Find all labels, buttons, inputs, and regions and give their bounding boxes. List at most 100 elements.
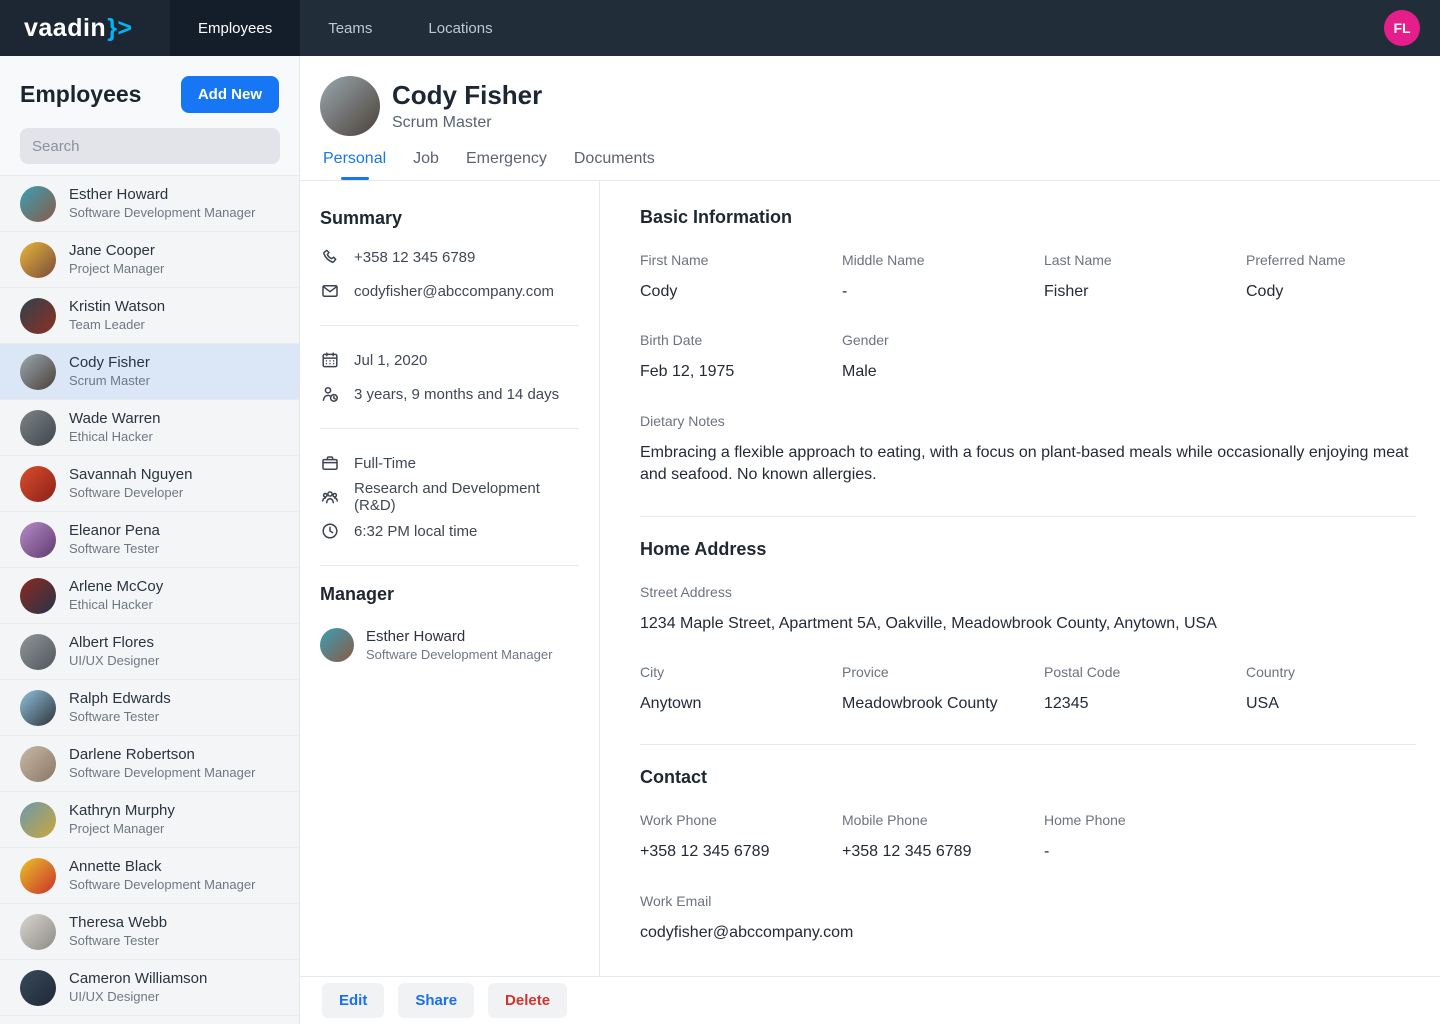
employee-row-kathryn-murphy[interactable]: Kathryn MurphyProject Manager — [0, 792, 299, 848]
tab-personal[interactable]: Personal — [323, 150, 386, 180]
field-label: First Name — [640, 252, 842, 268]
employee-row-esther-howard[interactable]: Esther HowardSoftware Development Manage… — [0, 176, 299, 232]
avatar — [20, 522, 56, 558]
field-value: - — [1044, 841, 1246, 863]
field-street-address: Street Address1234 Maple Street, Apartme… — [640, 584, 1416, 635]
add-new-button[interactable]: Add New — [181, 76, 279, 113]
avatar — [20, 970, 56, 1006]
tab-job[interactable]: Job — [413, 150, 439, 180]
employee-name: Annette Black — [69, 858, 255, 877]
employee-name: Albert Flores — [69, 634, 159, 653]
manager-role: Software Development Manager — [366, 647, 552, 664]
summary-group: +358 12 345 6789 codyfisher@abccompany.co… — [320, 229, 579, 319]
field-gender: GenderMale — [842, 332, 1044, 383]
employee-row-jane-cooper[interactable]: Jane CooperProject Manager — [0, 232, 299, 288]
employee-row-albert-flores[interactable]: Albert FloresUI/UX Designer — [0, 624, 299, 680]
search-input[interactable] — [20, 128, 280, 164]
summary-item: Jul 1, 2020 — [320, 343, 579, 377]
field-dietary-notes: Dietary Notes Embracing a flexible approa… — [640, 413, 1416, 487]
nav-item-locations[interactable]: Locations — [400, 0, 520, 56]
delete-button[interactable]: Delete — [488, 983, 567, 1018]
profile-header: Cody Fisher Scrum Master — [300, 56, 1440, 136]
details-column: Basic InformationFirst NameCodyMiddle Na… — [600, 181, 1440, 1024]
field-last-name: Last NameFisher — [1044, 252, 1246, 303]
field-value: 12345 — [1044, 693, 1246, 715]
field-value: Feb 12, 1975 — [640, 361, 842, 383]
employee-role: Ethical Hacker — [69, 597, 163, 613]
employee-sidebar: Employees Add New Esther HowardSoftware … — [0, 56, 300, 1024]
field-provice: ProviceMeadowbrook County — [842, 664, 1044, 715]
summary-item: +358 12 345 6789 — [320, 240, 579, 274]
employee-name: Savannah Nguyen — [69, 466, 192, 485]
field-label: Preferred Name — [1246, 252, 1440, 268]
avatar — [20, 242, 56, 278]
tab-documents[interactable]: Documents — [574, 150, 655, 180]
employee-detail-panel: Cody Fisher Scrum Master Personal Job Emer… — [300, 56, 1440, 1024]
employee-list: Esther HowardSoftware Development Manage… — [0, 175, 299, 1024]
field-label: Country — [1246, 664, 1440, 680]
avatar — [20, 914, 56, 950]
field-label: Birth Date — [640, 332, 842, 348]
employee-row-darlene-robertson[interactable]: Darlene RobertsonSoftware Development Ma… — [0, 736, 299, 792]
employee-row-savannah-nguyen[interactable]: Savannah NguyenSoftware Developer — [0, 456, 299, 512]
profile-name: Cody Fisher — [392, 80, 542, 111]
field-preferred-name: Preferred Name Cody — [1246, 252, 1440, 303]
edit-button[interactable]: Edit — [322, 983, 384, 1018]
avatar — [20, 746, 56, 782]
employee-row-arlene-mccoy[interactable]: Arlene McCoyEthical Hacker — [0, 568, 299, 624]
field-value: Embracing a flexible approach to eating,… — [640, 442, 1416, 487]
field-home-phone: Home Phone- — [1044, 812, 1246, 863]
field-value: 1234 Maple Street, Apartment 5A, Oakvill… — [640, 613, 1416, 635]
employee-row-wade-warren[interactable]: Wade WarrenEthical Hacker — [0, 400, 299, 456]
section-heading-home-address: Home Address — [640, 539, 1416, 560]
employee-name: Darlene Robertson — [69, 746, 255, 765]
nav-item-teams[interactable]: Teams — [300, 0, 400, 56]
clock-icon — [320, 521, 340, 541]
employee-name: Kristin Watson — [69, 298, 165, 317]
employee-name: Eleanor Pena — [69, 522, 160, 541]
briefcase-icon — [320, 453, 340, 473]
employee-role: Software Tester — [69, 541, 160, 557]
employee-role: UI/UX Designer — [69, 653, 159, 669]
people-icon — [320, 487, 340, 507]
summary-item-text: 3 years, 9 months and 14 days — [354, 386, 559, 403]
employee-row-cameron-williamson[interactable]: Cameron WilliamsonUI/UX Designer — [0, 960, 299, 1016]
field-label: Dietary Notes — [640, 413, 1416, 429]
field-value: Cody — [1246, 281, 1440, 303]
sidebar-title: Employees — [20, 81, 141, 108]
field-first-name: First NameCody — [640, 252, 842, 303]
employee-row-eleanor-pena[interactable]: Eleanor PenaSoftware Tester — [0, 512, 299, 568]
employee-name: Arlene McCoy — [69, 578, 163, 597]
divider — [320, 325, 579, 326]
employee-name: Cameron Williamson — [69, 970, 207, 989]
field-city: CityAnytown — [640, 664, 842, 715]
manager-item[interactable]: Esther Howard Software Development Manag… — [320, 627, 579, 663]
employee-role: Ethical Hacker — [69, 429, 160, 445]
nav-item-employees[interactable]: Employees — [170, 0, 300, 56]
field-value: USA — [1246, 693, 1440, 715]
divider — [320, 565, 579, 566]
action-bar: Edit Share Delete — [300, 976, 1440, 1024]
field-value: Anytown — [640, 693, 842, 715]
profile-avatar — [320, 76, 380, 136]
employee-row-ralph-edwards[interactable]: Ralph EdwardsSoftware Tester — [0, 680, 299, 736]
employee-row-kristin-watson[interactable]: Kristin WatsonTeam Leader — [0, 288, 299, 344]
employee-row-annette-black[interactable]: Annette BlackSoftware Development Manage… — [0, 848, 299, 904]
profile-tabs: Personal Job Emergency Documents — [300, 150, 1440, 181]
tab-emergency[interactable]: Emergency — [466, 150, 547, 180]
calendar-icon — [320, 350, 340, 370]
summary-group: Full-TimeResearch and Development (R&D)6… — [320, 435, 579, 559]
divider — [640, 516, 1416, 517]
divider — [320, 428, 579, 429]
share-button[interactable]: Share — [398, 983, 474, 1018]
employee-row-cody-fisher[interactable]: Cody FisherScrum Master — [0, 344, 299, 400]
manager-heading: Manager — [320, 584, 579, 605]
user-avatar[interactable]: FL — [1384, 10, 1420, 46]
avatar — [20, 578, 56, 614]
summary-item-text: codyfisher@abccompany.com — [354, 283, 554, 300]
employee-row-theresa-webb[interactable]: Theresa WebbSoftware Tester — [0, 904, 299, 960]
employee-role: UI/UX Designer — [69, 989, 207, 1005]
field-row: Work Emailcodyfisher@abccompany.com — [640, 893, 1416, 944]
section-heading-contact: Contact — [640, 767, 1416, 788]
field-label: Provice — [842, 664, 1044, 680]
